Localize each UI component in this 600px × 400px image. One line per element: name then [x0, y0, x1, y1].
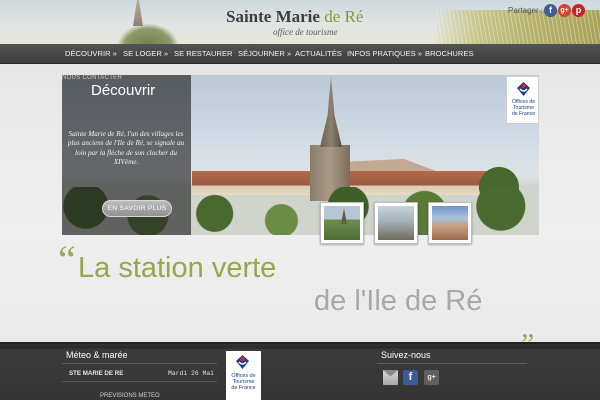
nav-item-se-loger[interactable]: SE LOGER »: [123, 44, 168, 64]
facebook-icon[interactable]: f: [403, 370, 418, 385]
offices-de-tourisme-footer-badge[interactable]: Offices de Tourisme de France: [226, 351, 261, 400]
nav-item-decouvrir[interactable]: DÉCOUVRIR »: [65, 44, 117, 64]
nav-item-infos-pratiques[interactable]: INFOS PRATIQUES »: [347, 44, 422, 64]
nav-item-brochures[interactable]: BROCHURES: [425, 44, 474, 64]
divider: [62, 363, 217, 364]
quote-close-mark: „: [521, 311, 535, 344]
google-plus-icon[interactable]: g+: [424, 370, 439, 385]
slide-thumbnail[interactable]: [320, 202, 364, 244]
weather-date: Mardi 26 Mai: [168, 370, 215, 377]
brand-accent: de Ré: [324, 7, 364, 26]
weather-location: STE MARIE DE RE: [69, 370, 124, 377]
site-logo[interactable]: Sainte Marie de Ré: [226, 7, 363, 27]
offices-de-tourisme-badge[interactable]: Offices de Tourisme de France: [506, 76, 539, 124]
brand-subtitle: office de tourisme: [273, 27, 338, 37]
slide-title: Découvrir: [91, 82, 156, 99]
slide-thumbnail[interactable]: [428, 202, 472, 244]
pinterest-icon[interactable]: p: [572, 4, 585, 17]
slide-text: Sainte Marie de Ré, l'un des villages le…: [67, 130, 185, 167]
quote-open-mark: “: [58, 237, 76, 282]
brand-name: Sainte Marie: [226, 7, 320, 26]
offices-de-tourisme-logo-icon: [517, 82, 530, 96]
badge-line: de France: [511, 111, 536, 117]
weather-forecast-link[interactable]: PREVISIONS METEO: [100, 393, 160, 399]
offices-de-tourisme-logo-icon: [236, 355, 249, 369]
weather-section-title: Méteo & marée: [66, 350, 128, 360]
badge-line: de France: [231, 385, 256, 392]
main-nav: DÉCOUVRIR » SE LOGER » SE RESTAURER SÉJO…: [0, 44, 600, 64]
nav-item-sejourner[interactable]: SÉJOURNER »: [238, 44, 291, 64]
google-plus-icon[interactable]: g+: [558, 4, 571, 17]
slide-thumbnail[interactable]: [374, 202, 418, 244]
follow-section-title: Suivez-nous: [381, 350, 431, 360]
nav-item-se-restaurer[interactable]: SE RESTAURER: [174, 44, 233, 64]
share-label: Partager :: [508, 6, 544, 15]
read-more-button[interactable]: EN SAVOIR PLUS: [102, 200, 172, 217]
header-bell-tower-decoration: [133, 0, 143, 26]
header-tree-decoration: [118, 24, 178, 44]
tagline-line-2: de l'Ile de Ré: [314, 285, 483, 317]
divider: [62, 381, 217, 382]
tagline-line-1: La station verte: [78, 252, 277, 284]
slide-kicker[interactable]: NOUS CONTACTER: [62, 75, 122, 81]
facebook-icon[interactable]: f: [544, 4, 557, 17]
mail-icon[interactable]: [383, 370, 398, 385]
nav-item-actualites[interactable]: ACTUALITÉS: [295, 44, 342, 64]
divider: [377, 363, 527, 364]
